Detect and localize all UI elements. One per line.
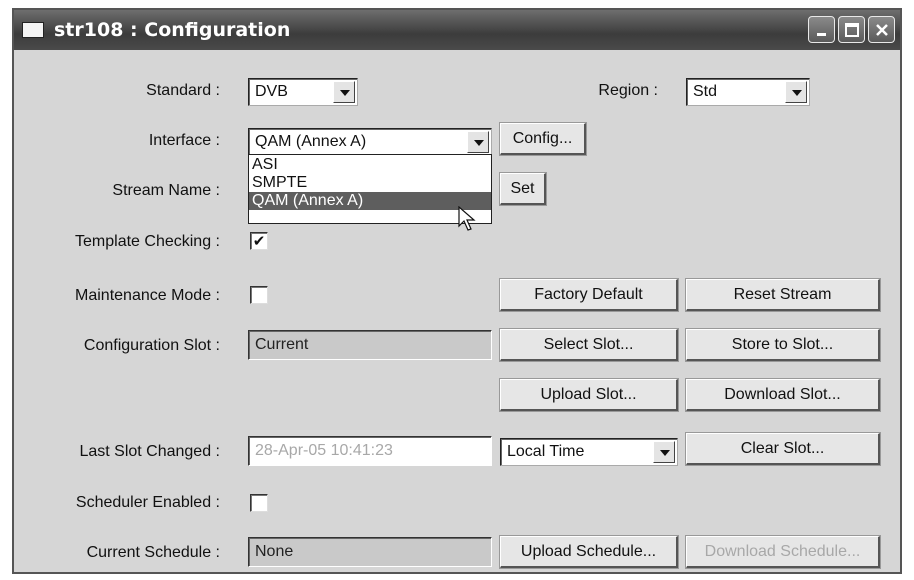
time-mode-value: Local Time (507, 443, 585, 460)
chevron-down-icon[interactable] (785, 81, 807, 103)
scheduler-enabled-checkbox[interactable] (250, 494, 268, 512)
current-schedule-value: None (255, 543, 294, 560)
maintenance-mode-checkbox[interactable] (250, 286, 268, 304)
standard-label: Standard : (146, 82, 220, 99)
maximize-icon (844, 22, 859, 37)
interface-select[interactable]: QAM (Annex A) (248, 128, 492, 156)
interface-option-qam-annex-a[interactable]: QAM (Annex A) (249, 192, 491, 210)
close-button[interactable] (868, 16, 895, 43)
config-button[interactable]: Config... (499, 122, 587, 156)
template-checking-checkbox[interactable]: ✔ (250, 232, 268, 250)
store-to-slot-button[interactable]: Store to Slot... (685, 328, 881, 362)
region-select[interactable]: Std (686, 78, 810, 106)
interface-option-smpte[interactable]: SMPTE (249, 174, 491, 192)
chevron-down-icon[interactable] (467, 131, 489, 153)
minimize-button[interactable] (808, 16, 835, 43)
chevron-down-icon[interactable] (333, 81, 355, 103)
title-bar[interactable]: str108 : Configuration (14, 10, 900, 50)
factory-default-button[interactable]: Factory Default (499, 278, 679, 312)
download-slot-button[interactable]: Download Slot... (685, 378, 881, 412)
time-mode-select[interactable]: Local Time (500, 438, 678, 466)
interface-option-asi[interactable]: ASI (249, 156, 491, 174)
chevron-down-icon[interactable] (653, 441, 675, 463)
region-label: Region : (598, 82, 658, 99)
minimize-icon (816, 32, 826, 36)
configuration-slot-label: Configuration Slot : (83, 337, 220, 354)
last-slot-changed-value: 28-Apr-05 10:41:23 (255, 442, 393, 459)
configuration-slot-value: Current (255, 336, 309, 353)
window-icon (22, 22, 44, 38)
standard-select[interactable]: DVB (248, 78, 358, 106)
configuration-window: str108 : Configuration Standard : DVB Re… (12, 8, 902, 574)
upload-schedule-button[interactable]: Upload Schedule... (499, 535, 679, 569)
stream-name-label: Stream Name : (112, 182, 220, 199)
current-schedule-field: None (248, 537, 492, 567)
download-schedule-button: Download Schedule... (685, 535, 881, 569)
interface-value: QAM (Annex A) (255, 133, 367, 150)
interface-label: Interface : (148, 132, 220, 149)
clear-slot-button[interactable]: Clear Slot... (685, 432, 881, 466)
current-schedule-label: Current Schedule : (86, 544, 220, 561)
configuration-slot-field: Current (248, 330, 492, 360)
maintenance-mode-label: Maintenance Mode : (75, 287, 220, 304)
close-icon (875, 23, 888, 36)
upload-slot-button[interactable]: Upload Slot... (499, 378, 679, 412)
maximize-button[interactable] (838, 16, 865, 43)
last-slot-changed-field: 28-Apr-05 10:41:23 (248, 436, 492, 466)
template-checking-label: Template Checking : (75, 233, 220, 250)
set-button[interactable]: Set (499, 172, 547, 206)
mouse-pointer-icon (458, 206, 476, 231)
select-slot-button[interactable]: Select Slot... (499, 328, 679, 362)
interface-dropdown-list: ASI SMPTE QAM (Annex A) (248, 154, 492, 224)
window-title: str108 : Configuration (54, 19, 291, 41)
standard-value: DVB (255, 83, 288, 100)
region-value: Std (693, 83, 718, 100)
last-slot-changed-label: Last Slot Changed : (79, 443, 220, 460)
reset-stream-button[interactable]: Reset Stream (685, 278, 881, 312)
scheduler-enabled-label: Scheduler Enabled : (75, 494, 220, 511)
